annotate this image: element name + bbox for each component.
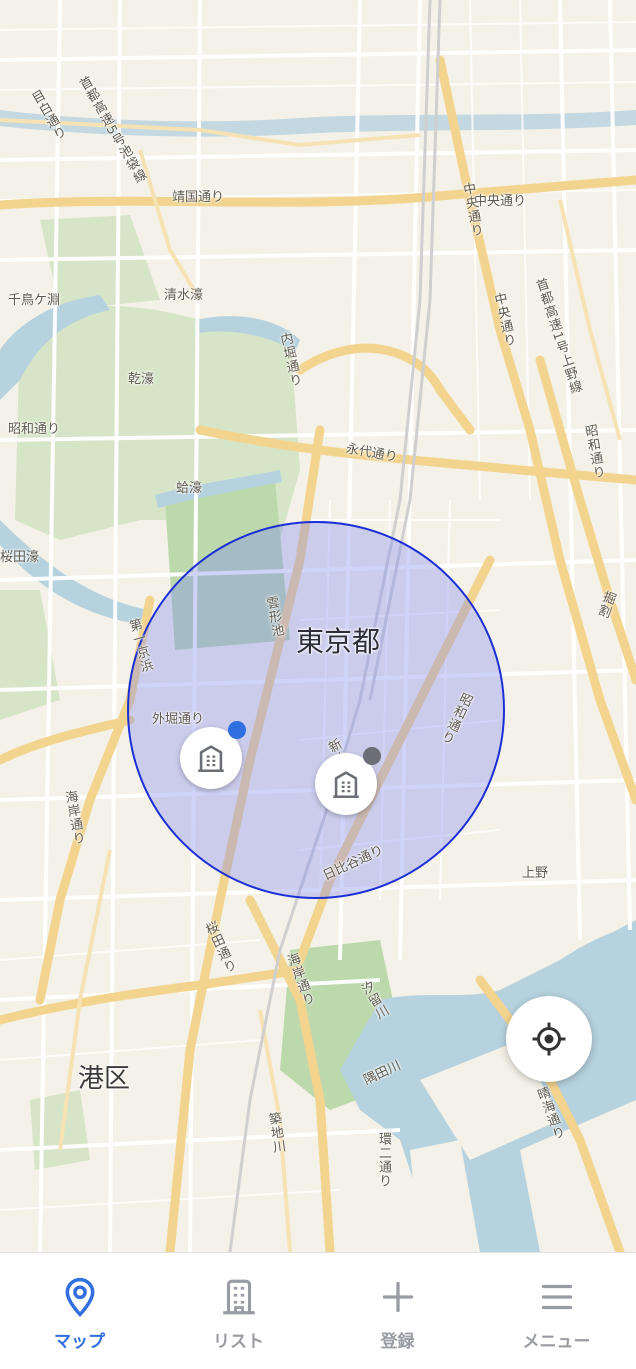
nav-item-register[interactable]: 登録	[318, 1253, 477, 1369]
building-icon	[222, 1279, 255, 1315]
map-label-unkeiike: 外堀通り	[152, 712, 205, 727]
nav-item-map[interactable]: マップ	[0, 1253, 159, 1369]
map-marker-1[interactable]	[180, 721, 246, 789]
marker-status-dot	[228, 721, 246, 739]
map-pin-icon	[65, 1277, 94, 1317]
nav-item-label: メニュー	[522, 1332, 591, 1352]
map-label-sumida: 環二通り	[376, 1132, 391, 1188]
building-icon	[198, 745, 224, 773]
map-label-yasukuni: 靖国通り	[172, 190, 225, 205]
map-label-hakuchobori: 蛤濠	[176, 481, 203, 496]
map-label-horiwari: 上野	[522, 866, 549, 881]
bottom-navigation: マップ リスト 登録 メニュー	[0, 1252, 636, 1369]
nav-item-list[interactable]: リスト	[159, 1253, 318, 1369]
plus-icon	[382, 1281, 413, 1313]
region-label: 東京都	[296, 625, 381, 658]
map-label-chidorigafuchi: 千鳥ケ淵	[8, 293, 61, 308]
hamburger-icon	[541, 1284, 572, 1310]
marker-status-dot	[363, 747, 381, 765]
building-icon	[333, 771, 359, 799]
crosshair-icon	[532, 1022, 566, 1056]
map-label-hasuike: 昭和通り	[8, 422, 61, 437]
map-label-chuo1: 中央通り	[474, 194, 527, 209]
map-label-sakuradabori: 桜田濠	[0, 550, 40, 565]
nav-item-label: マップ	[54, 1332, 105, 1352]
ward-label: 港区	[78, 1064, 131, 1094]
nav-item-label: 登録	[380, 1332, 415, 1352]
nav-item-label: リスト	[213, 1332, 264, 1352]
locate-me-button[interactable]	[506, 996, 592, 1082]
map-label-shimizubori: 清水濠	[164, 288, 204, 303]
map-view[interactable]: 目白通り 首都高速5号池袋線 靖国通り 千鳥ケ淵 清水濠 乾濠 昭和通り 蛤濠 …	[0, 0, 636, 1252]
map-label-inui: 乾濠	[128, 372, 155, 387]
map-marker-2[interactable]	[315, 747, 381, 815]
nav-item-menu[interactable]: メニュー	[477, 1253, 636, 1369]
